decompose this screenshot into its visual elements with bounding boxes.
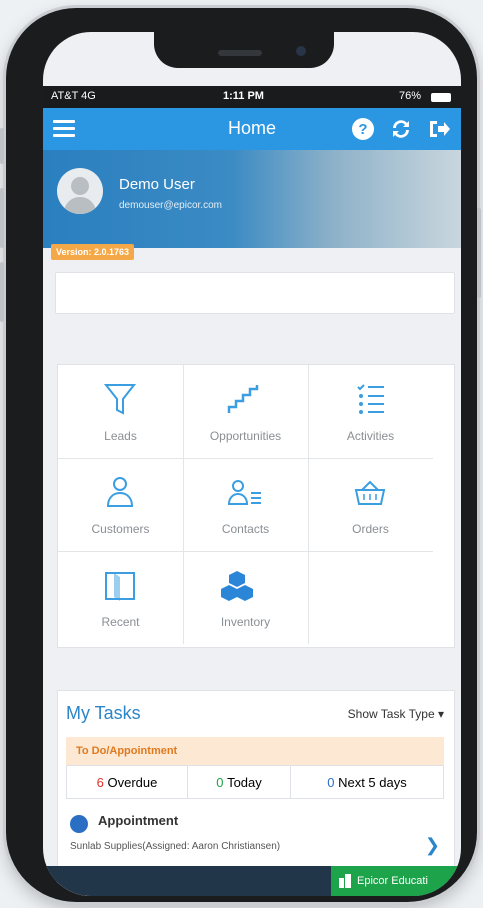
tile-leads[interactable]: Leads bbox=[58, 365, 184, 459]
tile-label: Opportunities bbox=[209, 429, 282, 443]
tile-customers[interactable]: Customers bbox=[58, 458, 184, 552]
person-icon bbox=[106, 477, 134, 507]
appointment-description[interactable]: Sunlab Supplies(Assigned: Aaron Christia… bbox=[70, 841, 280, 852]
stairs-icon bbox=[227, 385, 259, 413]
show-task-type-dropdown[interactable]: Show Task Type ▾ bbox=[348, 707, 444, 721]
caret-down-icon: ▾ bbox=[437, 707, 444, 721]
overdue-label: Overdue bbox=[107, 774, 158, 790]
next-days-filter[interactable]: 0 Next 5 days bbox=[291, 766, 443, 798]
logout-icon[interactable] bbox=[427, 117, 451, 141]
epicor-education-badge[interactable]: Epicor Educati bbox=[331, 866, 461, 896]
search-panel[interactable] bbox=[55, 272, 455, 314]
avatar[interactable] bbox=[57, 168, 103, 214]
phone-frame: AT&T 4G 1:11 PM 76% Home ? Demo User dem… bbox=[0, 8, 481, 902]
tile-label: Inventory bbox=[220, 615, 271, 629]
user-email: demouser@epicor.com bbox=[119, 200, 222, 211]
sync-icon[interactable] bbox=[389, 117, 413, 141]
tile-label: Recent bbox=[101, 615, 140, 629]
tile-orders[interactable]: Orders bbox=[308, 458, 433, 552]
app-screen: AT&T 4G 1:11 PM 76% Home ? Demo User dem… bbox=[43, 32, 461, 896]
help-icon[interactable]: ? bbox=[351, 117, 375, 141]
profile-banner: Demo User demouser@epicor.com bbox=[43, 150, 461, 248]
tile-recent[interactable]: Recent bbox=[58, 551, 184, 644]
overdue-filter[interactable]: 6 Overdue bbox=[67, 766, 188, 798]
today-count: 0 bbox=[216, 774, 224, 790]
version-badge: Version: 2.0.1763 bbox=[51, 244, 135, 260]
tile-label: Leads bbox=[104, 429, 137, 443]
speaker-grille bbox=[218, 50, 262, 56]
app-header: Home ? bbox=[43, 108, 461, 150]
tile-contacts[interactable]: Contacts bbox=[183, 458, 309, 552]
checklist-icon bbox=[357, 384, 384, 414]
chevron-right-icon[interactable]: ❯ bbox=[425, 835, 440, 856]
power-button bbox=[477, 208, 481, 298]
module-grid: Leads Opportunities Activities Customers… bbox=[57, 364, 455, 648]
tile-label: Customers bbox=[91, 522, 150, 536]
basket-icon bbox=[354, 480, 386, 505]
clock: 1:11 PM bbox=[223, 90, 264, 102]
book-icon bbox=[105, 572, 135, 601]
tile-label: Contacts bbox=[221, 522, 270, 536]
volume-up-button bbox=[0, 188, 4, 248]
today-label: Today bbox=[227, 774, 262, 790]
task-counts: 6 Overdue 0 Today 0 Next 5 days bbox=[66, 765, 444, 799]
contact-list-icon bbox=[227, 480, 261, 505]
battery-level: 76% bbox=[399, 90, 422, 102]
my-tasks-title: My Tasks bbox=[66, 703, 141, 723]
tile-activities[interactable]: Activities bbox=[308, 365, 433, 459]
front-camera bbox=[296, 46, 306, 56]
boxes-icon bbox=[221, 571, 253, 601]
tile-inventory[interactable]: Inventory bbox=[183, 551, 309, 644]
badge-label: Epicor Educati bbox=[357, 875, 428, 887]
status-bar: AT&T 4G 1:11 PM 76% bbox=[43, 86, 461, 108]
calendar-icon bbox=[70, 815, 88, 833]
volume-down-button bbox=[0, 262, 4, 322]
next-days-label: Next 5 days bbox=[338, 774, 407, 790]
today-filter[interactable]: 0 Today bbox=[188, 766, 291, 798]
funnel-icon bbox=[103, 384, 137, 415]
battery-icon bbox=[431, 93, 451, 102]
user-name: Demo User bbox=[119, 176, 195, 193]
tile-label: Orders bbox=[352, 522, 389, 536]
appointment-title: Appointment bbox=[98, 813, 179, 828]
carrier-label: AT&T 4G bbox=[51, 90, 96, 102]
task-category-label: To Do/Appointment bbox=[76, 745, 178, 757]
mute-switch bbox=[0, 128, 4, 164]
overdue-count: 6 bbox=[96, 774, 104, 790]
tile-opportunities[interactable]: Opportunities bbox=[183, 365, 309, 459]
building-icon bbox=[339, 874, 351, 888]
tile-label: Activities bbox=[346, 429, 395, 443]
task-category-header: To Do/Appointment bbox=[66, 737, 444, 765]
show-task-type-label: Show Task Type bbox=[347, 707, 435, 721]
next-days-count: 0 bbox=[327, 774, 335, 790]
svg-text:?: ? bbox=[358, 121, 367, 138]
